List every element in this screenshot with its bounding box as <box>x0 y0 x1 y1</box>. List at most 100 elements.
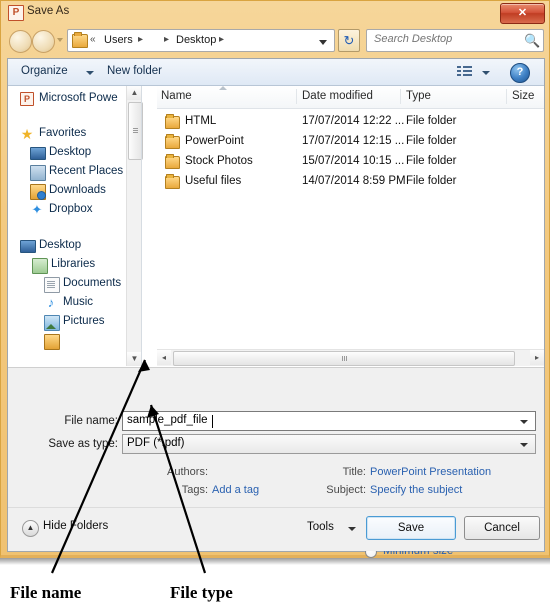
refresh-icon[interactable]: ↻ <box>338 29 360 52</box>
scroll-up-icon[interactable]: ▲ <box>127 86 142 100</box>
cancel-button[interactable]: Cancel <box>464 516 540 540</box>
file-name: Useful files <box>185 175 242 187</box>
file-type: File folder <box>406 135 457 147</box>
scroll-down-icon[interactable]: ▼ <box>127 352 142 366</box>
column-header-size[interactable]: Size <box>512 90 534 102</box>
monitor-icon <box>20 240 36 253</box>
tags-value[interactable]: Add a tag <box>212 484 259 496</box>
breadcrumb-separator: ▸ <box>138 34 144 45</box>
close-icon[interactable]: ✕ <box>500 3 545 24</box>
recent-pages-chevron-down-icon[interactable] <box>57 38 63 42</box>
save-button[interactable]: Save <box>366 516 456 540</box>
powerpoint-app-icon: P <box>8 5 24 21</box>
column-divider[interactable] <box>400 89 401 104</box>
table-row[interactable]: Useful files 14/07/2014 8:59 PM File fol… <box>157 172 544 192</box>
tools-button[interactable]: Tools <box>307 521 334 533</box>
file-name-chevron-down-icon[interactable] <box>520 420 528 424</box>
powerpoint-icon: P <box>20 92 34 106</box>
save-form-section: File name: Save as type: PDF (*.pdf) Aut… <box>8 367 544 572</box>
file-date-modified: 14/07/2014 8:59 PM <box>302 175 406 187</box>
file-date-modified: 17/07/2014 12:22 ... <box>302 115 405 127</box>
column-header-date-modified[interactable]: Date modified <box>302 90 373 102</box>
tools-chevron-down-icon[interactable] <box>348 527 356 531</box>
tags-label: Tags: <box>181 484 208 496</box>
title-bar: P Save As ✕ <box>1 1 550 25</box>
music-icon: ♪ <box>47 295 55 310</box>
address-chevron-down-icon[interactable] <box>319 40 327 45</box>
breadcrumb-separator: ▸ <box>219 34 225 45</box>
document-icon <box>44 277 60 293</box>
file-type: File folder <box>406 155 457 167</box>
file-name-field[interactable] <box>122 411 536 431</box>
table-row[interactable]: Stock Photos 15/07/2014 10:15 ... File f… <box>157 152 544 172</box>
folder-icon <box>165 174 180 189</box>
breadcrumb-item-desktop[interactable]: Desktop <box>176 34 216 46</box>
dropbox-icon: ✦ <box>31 202 43 217</box>
breadcrumb-overflow[interactable]: « <box>90 34 96 45</box>
view-chevron-down-icon[interactable] <box>482 71 490 75</box>
folder-icon <box>165 134 180 149</box>
sidebar-item-label: Recent Places <box>49 165 124 177</box>
help-icon[interactable]: ? <box>510 63 530 83</box>
authors-label: Authors: <box>167 466 208 478</box>
file-list-horizontal-scrollbar[interactable]: ◂ ▸ <box>157 349 544 366</box>
sidebar-item-label: Favorites <box>39 127 87 139</box>
library-folder-icon <box>32 258 48 274</box>
pane-splitter[interactable] <box>141 86 142 366</box>
file-list-pane: Name Date modified Type Size HTML 17/07/… <box>157 86 544 366</box>
folder-icon <box>165 154 180 169</box>
file-date-modified: 17/07/2014 12:15 ... <box>302 135 405 147</box>
subject-value[interactable]: Specify the subject <box>370 484 462 496</box>
navigation-bar: « Users ▸ ▸ Desktop ▸ ↻ 🔍 <box>1 25 550 57</box>
save-as-type-label: Save as type: <box>48 438 118 450</box>
command-bar: Organize New folder ? <box>8 59 544 86</box>
file-name-label: File name: <box>64 415 118 427</box>
save-as-type-select[interactable]: PDF (*.pdf) <box>122 434 536 454</box>
sidebar-item-label: Desktop <box>49 146 92 158</box>
folder-icon <box>165 114 180 129</box>
file-name: HTML <box>185 115 217 127</box>
file-type: File folder <box>406 175 457 187</box>
column-divider[interactable] <box>296 89 297 104</box>
back-button[interactable] <box>9 30 32 53</box>
scroll-left-icon[interactable]: ◂ <box>157 350 171 365</box>
breadcrumb-item-users[interactable]: Users <box>104 34 133 46</box>
address-bar[interactable]: « Users ▸ ▸ Desktop ▸ <box>67 29 335 52</box>
file-name-input[interactable] <box>127 414 507 426</box>
column-header-name[interactable]: Name <box>161 90 192 102</box>
column-header-type[interactable]: Type <box>406 90 431 102</box>
sidebar-item-label: Microsoft Powe <box>39 92 118 104</box>
forward-button[interactable] <box>32 30 55 53</box>
new-folder-button[interactable]: New folder <box>107 65 162 77</box>
table-row[interactable]: PowerPoint 17/07/2014 12:15 ... File fol… <box>157 132 544 152</box>
explorer-client-area: Organize New folder ? P Microsoft Powe ★… <box>7 58 545 572</box>
breadcrumb-separator: ▸ <box>164 34 170 45</box>
monitor-icon <box>30 147 46 160</box>
search-box[interactable]: 🔍 <box>366 29 544 52</box>
sidebar-item-label: Documents <box>63 277 122 289</box>
save-as-type-chevron-down-icon[interactable] <box>520 443 528 447</box>
sidebar-item-label: Downloads <box>49 184 106 196</box>
annotation-strip <box>0 558 550 607</box>
view-list-icon[interactable] <box>457 66 472 79</box>
scroll-right-icon[interactable]: ▸ <box>530 350 544 365</box>
file-date-modified: 15/07/2014 10:15 ... <box>302 155 405 167</box>
sort-ascending-icon <box>219 86 227 90</box>
recent-places-icon <box>30 165 46 181</box>
title-label: Title: <box>342 466 366 478</box>
collapse-up-icon[interactable]: ▲ <box>22 520 39 537</box>
title-value[interactable]: PowerPoint Presentation <box>370 466 491 478</box>
text-cursor <box>212 415 213 428</box>
save-as-dialog: P Save As ✕ « Users ▸ ▸ Desktop ▸ ↻ 🔍 Or… <box>0 0 550 572</box>
picture-icon <box>44 315 60 331</box>
column-divider[interactable] <box>506 89 507 104</box>
search-input[interactable] <box>374 33 514 45</box>
folder-icon <box>72 32 88 48</box>
table-row[interactable]: HTML 17/07/2014 12:22 ... File folder <box>157 112 544 132</box>
sidebar-scrollbar[interactable]: ▲ ▼ <box>126 86 143 366</box>
star-icon: ★ <box>20 126 34 142</box>
organize-button[interactable]: Organize <box>21 65 68 77</box>
scrollbar-thumb[interactable] <box>173 351 515 366</box>
organize-chevron-down-icon[interactable] <box>86 71 94 75</box>
search-icon[interactable]: 🔍 <box>524 34 540 47</box>
